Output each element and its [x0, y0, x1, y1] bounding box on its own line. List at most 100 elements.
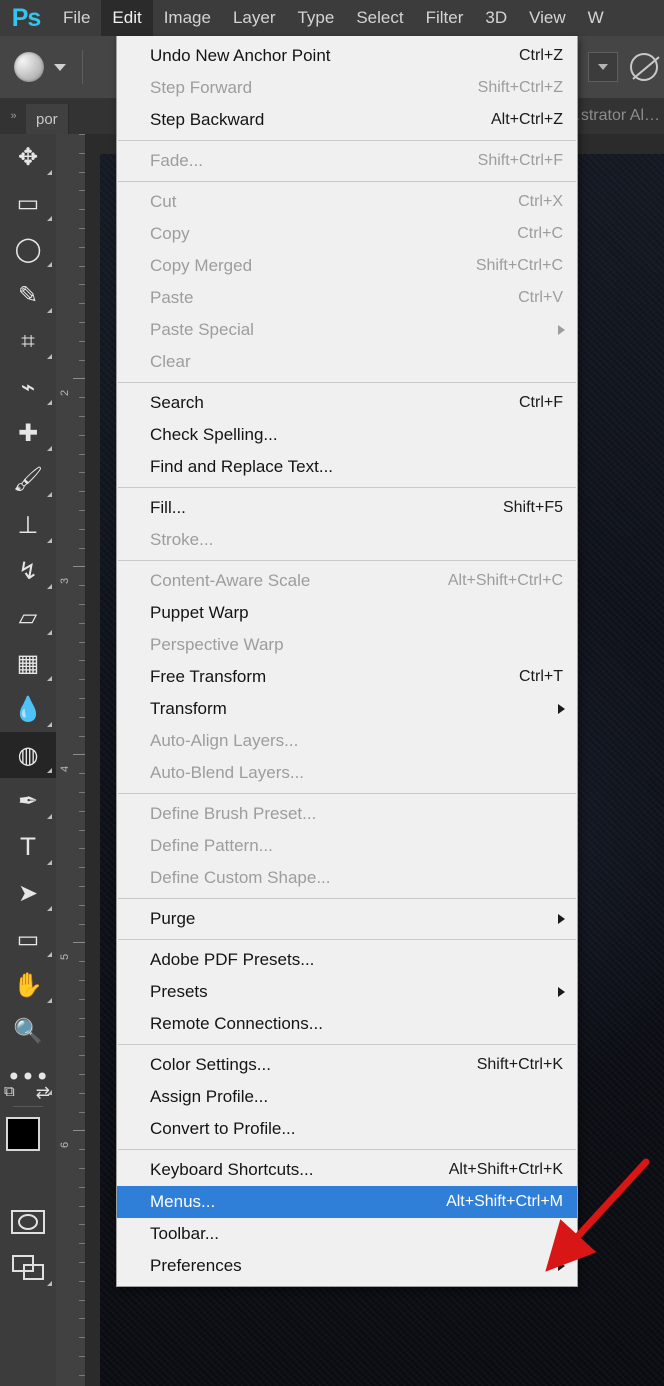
vertical-ruler[interactable]: 2 3 4 5 6: [56, 134, 86, 1386]
tool-corner-marker: [47, 952, 52, 957]
menu-item-label: Transform: [150, 699, 227, 718]
no-smoothing-icon[interactable]: [630, 53, 658, 81]
menu-separator: [118, 898, 576, 899]
menu-item-label: Stroke...: [150, 530, 214, 549]
menu-item-keyboard-shortcuts[interactable]: Keyboard Shortcuts... Alt+Shift+Ctrl+K: [117, 1154, 577, 1186]
ruler-label: 5: [59, 953, 71, 960]
menubar-item-layer[interactable]: Layer: [222, 0, 287, 36]
menu-item-label: Undo New Anchor Point: [150, 46, 331, 65]
submenu-arrow-icon: [558, 325, 565, 335]
move-tool[interactable]: ✥: [0, 134, 56, 180]
path-selection-icon: ➤: [17, 879, 39, 907]
options-dropdown-button[interactable]: [588, 52, 618, 82]
menu-item-find-and-replace-text[interactable]: Find and Replace Text...: [117, 451, 577, 483]
path-selection-tool[interactable]: ➤: [0, 870, 56, 916]
menu-item-shortcut: Alt+Shift+Ctrl+M: [446, 1193, 563, 1210]
tool-corner-marker: [47, 998, 52, 1003]
gradient-icon: ▦: [16, 649, 40, 677]
menubar-item-select[interactable]: Select: [345, 0, 414, 36]
rectangle-tool[interactable]: ▭: [0, 916, 56, 962]
menubar-item-image[interactable]: Image: [153, 0, 222, 36]
menu-item-remote-connections[interactable]: Remote Connections...: [117, 1008, 577, 1040]
menu-item-shortcut: Shift+F5: [502, 499, 563, 516]
menu-item-fill[interactable]: Fill... Shift+F5: [117, 492, 577, 524]
menu-item-preferences[interactable]: Preferences: [117, 1250, 577, 1282]
menu-item-presets[interactable]: Presets: [117, 976, 577, 1008]
menu-item-define-brush-preset: Define Brush Preset...: [117, 798, 577, 830]
gradient-tool[interactable]: ▦: [0, 640, 56, 686]
tool-corner-marker: [47, 170, 52, 175]
menu-item-menus[interactable]: Menus... Alt+Shift+Ctrl+M: [117, 1186, 577, 1218]
menu-separator: [118, 939, 576, 940]
ruler-tick-minor: [79, 491, 85, 492]
eraser-tool[interactable]: ▱: [0, 594, 56, 640]
menubar-item-w[interactable]: W: [577, 0, 615, 36]
menu-item-shortcut: Ctrl+X: [518, 193, 563, 210]
crop-tool[interactable]: ⌗: [0, 318, 56, 364]
menu-item-paste-special: Paste Special: [117, 314, 577, 346]
menu-item-free-transform[interactable]: Free Transform Ctrl+T: [117, 661, 577, 693]
menubar-item-3d[interactable]: 3D: [474, 0, 518, 36]
photoshop-logo: Ps: [11, 3, 42, 32]
screen-mode-button[interactable]: [0, 1245, 56, 1291]
ruler-tick-minor: [79, 961, 85, 962]
menu-item-adobe-pdf-presets[interactable]: Adobe PDF Presets...: [117, 944, 577, 976]
clone-stamp-tool[interactable]: ⊥: [0, 502, 56, 548]
dodge-sponge-tool[interactable]: ◍: [0, 732, 56, 778]
ruler-tick-minor: [79, 247, 85, 248]
menu-item-search[interactable]: Search Ctrl+F: [117, 387, 577, 419]
default-colors-icon[interactable]: ⧉: [4, 1083, 15, 1100]
ruler-label: 3: [59, 577, 71, 584]
menubar-item-view[interactable]: View: [518, 0, 577, 36]
menu-item-purge[interactable]: Purge: [117, 903, 577, 935]
menu-item-check-spelling[interactable]: Check Spelling...: [117, 419, 577, 451]
hand-tool[interactable]: ✋: [0, 962, 56, 1008]
brush-tool[interactable]: 🖌: [0, 456, 56, 502]
ruler-tick-minor: [79, 228, 85, 229]
eyedropper-tool[interactable]: ⌁: [0, 364, 56, 410]
menu-item-puppet-warp[interactable]: Puppet Warp: [117, 597, 577, 629]
ruler-tick-minor: [79, 867, 85, 868]
ruler-tick-minor: [79, 980, 85, 981]
pen-tool[interactable]: ✒: [0, 778, 56, 824]
sponge-brush-preset-icon[interactable]: [14, 52, 44, 82]
menu-item-color-settings[interactable]: Color Settings... Shift+Ctrl+K: [117, 1049, 577, 1081]
menubar-item-type[interactable]: Type: [286, 0, 345, 36]
ruler-label: 4: [59, 765, 71, 772]
menubar-item-filter[interactable]: Filter: [415, 0, 475, 36]
document-tab[interactable]: por: [26, 104, 69, 134]
spot-healing-brush-tool[interactable]: ✚: [0, 410, 56, 456]
menu-item-label: Assign Profile...: [150, 1087, 269, 1106]
menu-item-assign-profile[interactable]: Assign Profile...: [117, 1081, 577, 1113]
blur-tool[interactable]: 💧: [0, 686, 56, 732]
menu-item-convert-to-profile[interactable]: Convert to Profile...: [117, 1113, 577, 1145]
history-brush-tool[interactable]: ↯: [0, 548, 56, 594]
menubar-item-file[interactable]: File: [52, 0, 101, 36]
menu-item-label: Auto-Align Layers...: [150, 731, 299, 750]
ruler-tick-minor: [79, 848, 85, 849]
zoom-tool[interactable]: 🔍: [0, 1008, 56, 1054]
menu-item-label: Paste: [150, 288, 194, 307]
menu-item-step-backward[interactable]: Step Backward Alt+Ctrl+Z: [117, 104, 577, 136]
menu-item-transform[interactable]: Transform: [117, 693, 577, 725]
foreground-color-swatch[interactable]: [6, 1117, 40, 1151]
menu-item-undo-new-anchor-point[interactable]: Undo New Anchor Point Ctrl+Z: [117, 40, 577, 72]
ruler-tick-minor: [79, 322, 85, 323]
menu-item-label: Check Spelling...: [150, 425, 278, 444]
horizontal-type-tool[interactable]: T: [0, 824, 56, 870]
ruler-tick-minor: [79, 811, 85, 812]
quick-selection-tool[interactable]: ✎: [0, 272, 56, 318]
zoom-icon: 🔍: [13, 1017, 43, 1045]
menu-separator: [118, 1149, 576, 1150]
quick-mask-mode-button[interactable]: [0, 1199, 56, 1245]
swap-colors-icon[interactable]: ⇄: [36, 1083, 50, 1103]
rectangular-marquee-tool[interactable]: ▭: [0, 180, 56, 226]
ruler-tick-major: [73, 942, 85, 943]
chevron-down-icon[interactable]: [54, 63, 66, 71]
menu-item-toolbar[interactable]: Toolbar...: [117, 1218, 577, 1250]
menubar-item-edit[interactable]: Edit: [101, 0, 153, 36]
lasso-tool[interactable]: ◯: [0, 226, 56, 272]
tool-corner-marker: [47, 630, 52, 635]
ruler-tick-major: [73, 754, 85, 755]
panel-collapse-icon[interactable]: »: [0, 98, 26, 134]
